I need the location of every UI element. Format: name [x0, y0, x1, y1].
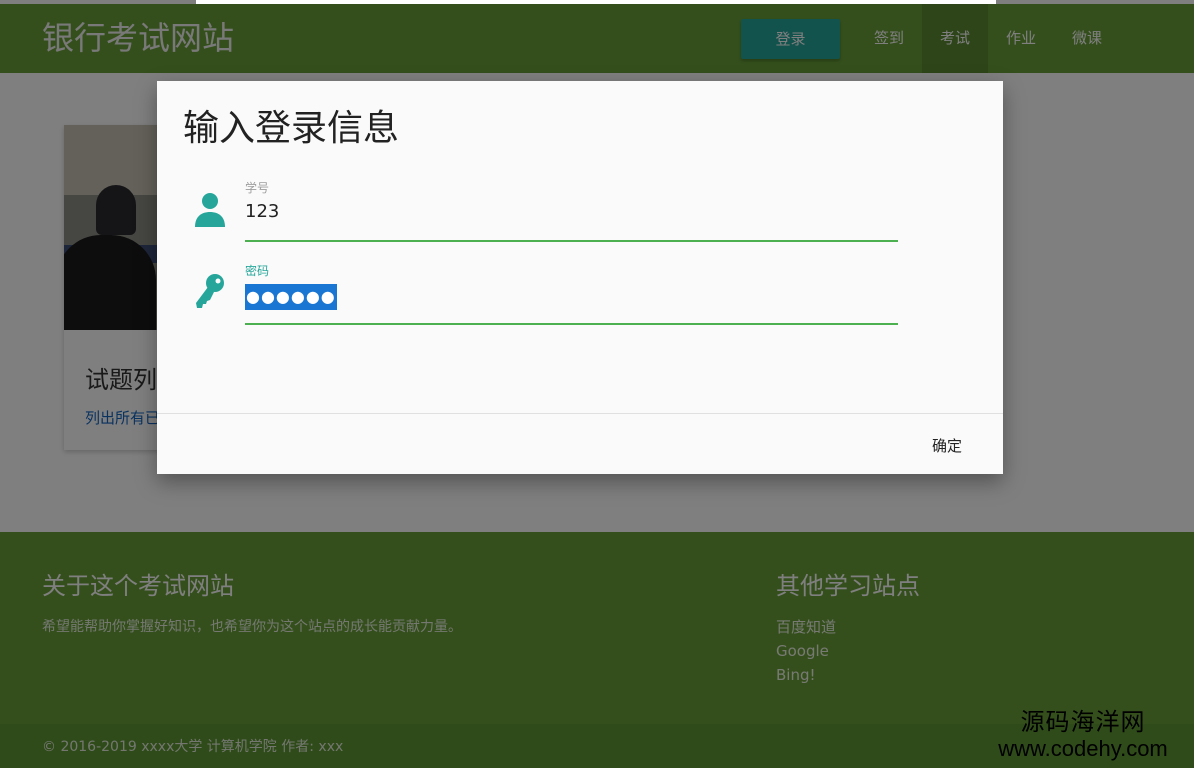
student-id-underline [245, 240, 898, 242]
modal-title: 输入登录信息 [183, 108, 400, 149]
student-id-input[interactable]: 123 [245, 201, 279, 222]
modal-footer: 确定 [157, 413, 1003, 474]
watermark-name: 源码海洋网 [1020, 709, 1146, 736]
key-icon [196, 274, 224, 308]
page: 银行考试网站 登录 签到 考试 作业 微课 试题列 列出所有已 关于这个考试网站… [0, 0, 1194, 768]
watermark-url: www.codehy.com [998, 736, 1168, 761]
person-icon [195, 193, 225, 227]
login-modal: 输入登录信息 学号 123 密码 ●●●●●● 确定 [157, 81, 1003, 474]
student-id-field: 学号 123 [157, 179, 1003, 259]
top-window-edge [196, 0, 996, 4]
password-label: 密码 [245, 264, 270, 278]
password-input[interactable]: ●●●●●● [245, 284, 337, 310]
password-field: 密码 ●●●●●● [157, 262, 1003, 342]
password-underline [245, 323, 898, 325]
watermark: 源码海洋网 www.codehy.com [976, 710, 1190, 766]
confirm-button[interactable]: 确定 [917, 432, 977, 460]
student-id-label: 学号 [245, 181, 270, 195]
